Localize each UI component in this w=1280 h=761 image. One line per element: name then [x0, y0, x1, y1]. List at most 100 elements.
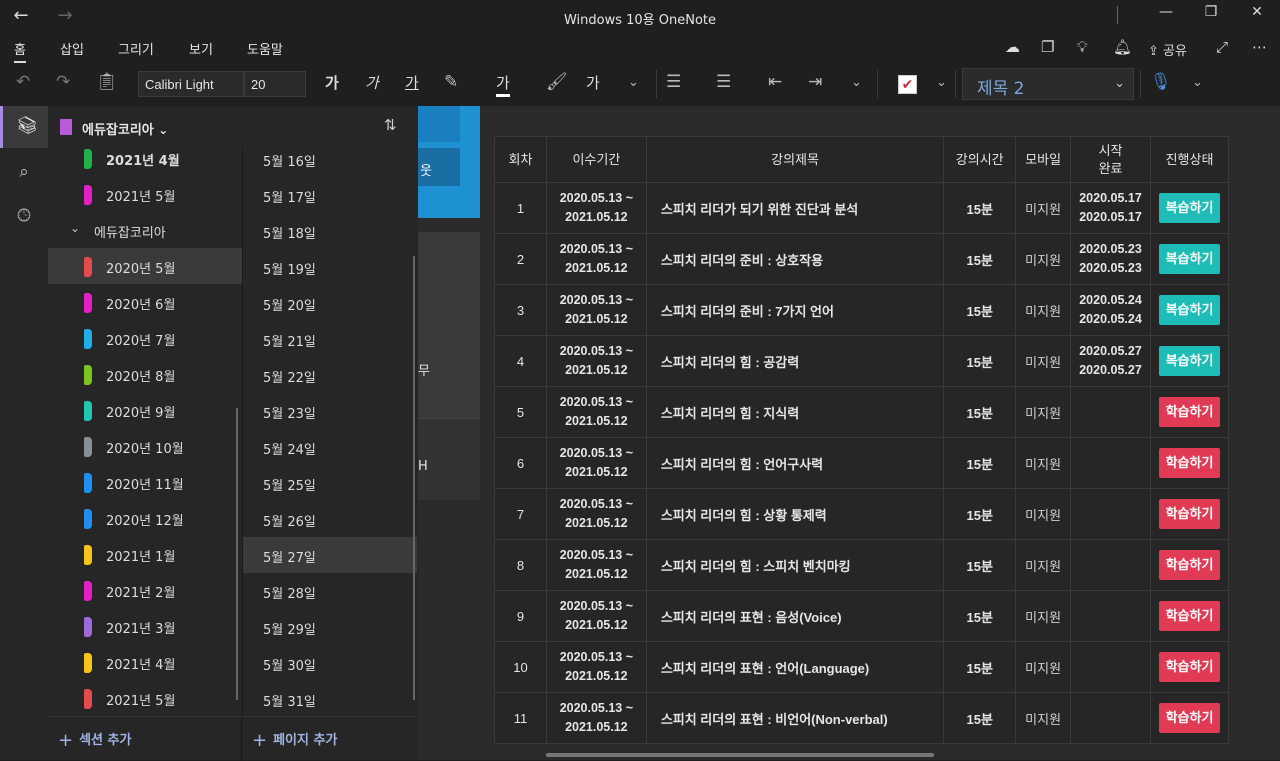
tab-home[interactable]: 홈: [14, 39, 26, 63]
review-button[interactable]: 복습하기: [1159, 295, 1220, 325]
search-icon[interactable]: ⌕: [0, 162, 48, 182]
page-item[interactable]: 5월 20일: [243, 285, 417, 321]
review-button[interactable]: 복습하기: [1159, 244, 1220, 274]
section-label: 2021년 2월: [106, 586, 176, 601]
chevron-down-icon[interactable]: ⌄: [851, 75, 862, 90]
chevron-down-icon[interactable]: ⌄: [628, 75, 639, 90]
page-item[interactable]: 5월 24일: [243, 429, 417, 465]
section-item[interactable]: 2020년 8월: [48, 356, 242, 392]
page-item[interactable]: 5월 26일: [243, 501, 417, 537]
study-button[interactable]: 학습하기: [1159, 499, 1220, 529]
page-item[interactable]: 5월 18일: [243, 213, 417, 249]
web-banner-button[interactable]: 웃: [418, 148, 460, 186]
study-button[interactable]: 학습하기: [1159, 601, 1220, 631]
study-button[interactable]: 학습하기: [1159, 652, 1220, 682]
section-item[interactable]: 2020년 7월: [48, 320, 242, 356]
page-item[interactable]: 5월 31일: [243, 681, 417, 717]
page-item[interactable]: 5월 29일: [243, 609, 417, 645]
section-item[interactable]: 2020년 6월: [48, 284, 242, 320]
section-item[interactable]: 2021년 5월: [48, 176, 242, 212]
study-button[interactable]: 학습하기: [1159, 703, 1220, 733]
close-button[interactable]: ✕: [1234, 4, 1280, 20]
clipboard-icon[interactable]: 📋︎: [96, 72, 118, 92]
lightbulb-icon[interactable]: 💡︎: [1077, 38, 1088, 56]
font-color-button[interactable]: 가: [496, 72, 510, 97]
recent-clock-icon[interactable]: 🕒︎: [0, 206, 48, 226]
section-item[interactable]: 2020년 9월: [48, 392, 242, 428]
redo-icon[interactable]: ↷: [56, 72, 70, 92]
section-item[interactable]: 2021년 2월: [48, 572, 242, 608]
page-item[interactable]: 5월 28일: [243, 573, 417, 609]
page-item[interactable]: 5월 17일: [243, 177, 417, 213]
study-button[interactable]: 학습하기: [1159, 397, 1220, 427]
font-name-field[interactable]: Calibri Light: [138, 71, 244, 97]
notebooks-rail-button[interactable]: 📚︎: [0, 106, 48, 148]
increase-indent-icon[interactable]: ⇥: [808, 72, 822, 92]
section-tab-icon: [84, 473, 92, 493]
section-item[interactable]: 2021년 4월: [48, 644, 242, 680]
notification-bell-icon[interactable]: 🔔︎: [1113, 38, 1132, 56]
page-item[interactable]: 5월 21일: [243, 321, 417, 357]
section-item[interactable]: 2020년 5월: [48, 248, 242, 284]
style-dropdown[interactable]: 제목 2 ⌄: [962, 68, 1134, 100]
cell-status: 복습하기: [1150, 233, 1229, 285]
notebook-name-dropdown[interactable]: 에듀잡코리아 ⌄: [82, 119, 168, 138]
font-size-field[interactable]: 20: [244, 71, 306, 97]
cell-title: 스피치 리더의 힘 : 상황 통제력: [645, 488, 945, 540]
sort-pages-icon[interactable]: ⇅: [384, 116, 397, 134]
decrease-indent-icon[interactable]: ⇤: [768, 72, 782, 92]
page-item[interactable]: 5월 19일: [243, 249, 417, 285]
bullet-list-icon[interactable]: ☰: [666, 72, 681, 92]
section-item[interactable]: 2021년 3월: [48, 608, 242, 644]
page-item[interactable]: 5월 30일: [243, 645, 417, 681]
section-item[interactable]: 2020년 11월: [48, 464, 242, 500]
section-item[interactable]: 2021년 5월: [48, 680, 242, 716]
cell-start-done: [1070, 692, 1151, 744]
lecture-duration: 15분: [966, 609, 993, 625]
page-item[interactable]: 5월 27일: [243, 537, 417, 573]
study-button[interactable]: 학습하기: [1159, 550, 1220, 580]
underline-button[interactable]: 가: [405, 72, 419, 93]
italic-button[interactable]: 가: [365, 72, 379, 93]
tab-view[interactable]: 보기: [189, 39, 213, 58]
clear-format-button[interactable]: 가: [586, 72, 600, 93]
numbered-list-icon[interactable]: ☰: [716, 72, 731, 92]
tab-help[interactable]: 도움말: [247, 39, 283, 58]
section-label: 2020년 12월: [106, 514, 184, 529]
pages-scrollbar[interactable]: [413, 256, 415, 700]
section-item[interactable]: 2020년 12월: [48, 500, 242, 536]
tab-draw[interactable]: 그리기: [118, 39, 154, 58]
page-item[interactable]: 5월 16일: [243, 141, 417, 177]
add-section-button[interactable]: + 섹션 추가: [58, 729, 131, 751]
tab-insert[interactable]: 삽입: [60, 39, 84, 58]
add-page-button[interactable]: + 페이지 추가: [252, 729, 337, 751]
minimize-button[interactable]: —: [1143, 4, 1189, 20]
review-button[interactable]: 복습하기: [1159, 346, 1220, 376]
page-item[interactable]: 5월 22일: [243, 357, 417, 393]
page-label: 5월 27일: [263, 551, 316, 566]
page-item[interactable]: 5월 23일: [243, 393, 417, 429]
section-item[interactable]: 2020년 10월: [48, 428, 242, 464]
todo-tag-icon[interactable]: ✔: [898, 75, 917, 94]
section-item[interactable]: 2021년 1월: [48, 536, 242, 572]
sections-scrollbar[interactable]: [236, 408, 238, 700]
highlight-icon[interactable]: ✎: [444, 72, 458, 92]
horizontal-scrollbar[interactable]: [546, 753, 934, 757]
dictate-mic-icon[interactable]: 🎙︎: [1150, 72, 1172, 92]
chevron-down-icon[interactable]: ⌄: [1192, 75, 1203, 90]
more-options-icon[interactable]: ⋯: [1252, 38, 1267, 56]
fullscreen-icon[interactable]: ⤢: [1216, 38, 1228, 56]
format-painter-icon[interactable]: 🖌︎: [546, 72, 568, 92]
section-group[interactable]: ⌄ 에듀잡코리아: [48, 212, 242, 248]
share-button[interactable]: ⇪ 공유: [1148, 40, 1187, 59]
restore-button[interactable]: ❐: [1188, 4, 1234, 20]
review-button[interactable]: 복습하기: [1159, 193, 1220, 223]
page-item[interactable]: 5월 25일: [243, 465, 417, 501]
undo-icon[interactable]: ↶: [16, 72, 30, 92]
notebook-view-icon[interactable]: ❐: [1041, 38, 1054, 56]
study-button[interactable]: 학습하기: [1159, 448, 1220, 478]
chevron-down-icon[interactable]: ⌄: [936, 75, 947, 90]
sync-status-icon[interactable]: ☁: [1005, 38, 1020, 56]
canvas-scrollbar[interactable]: [1268, 106, 1280, 760]
bold-button[interactable]: 가: [325, 72, 339, 93]
